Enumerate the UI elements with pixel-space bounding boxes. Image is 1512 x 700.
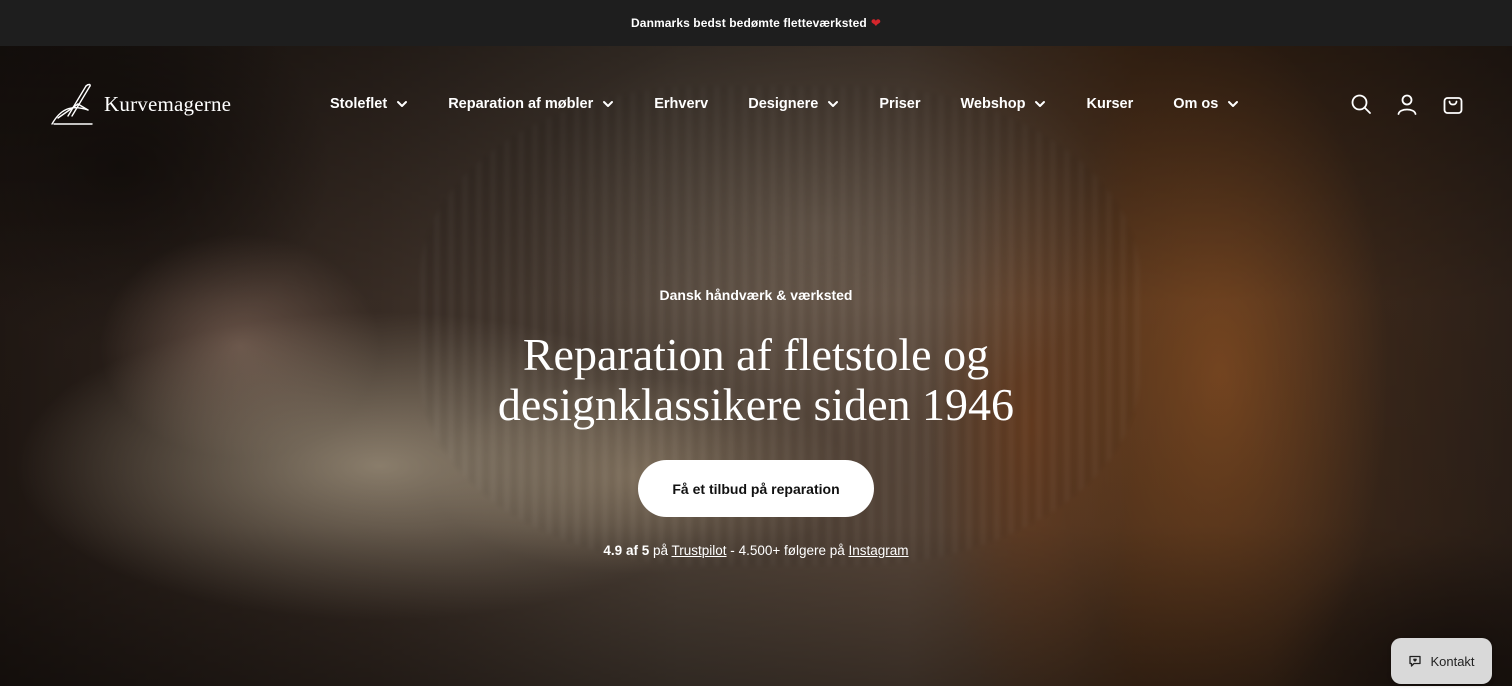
chevron-down-icon: [828, 101, 839, 107]
nav-item-erhverv[interactable]: Erhverv: [654, 96, 708, 112]
nav-label: Erhverv: [654, 96, 709, 112]
headline-line-1: Reparation af fletstole og: [522, 329, 990, 380]
hero-eyebrow: Dansk håndværk & værksted: [659, 287, 853, 303]
nav-item-webshop[interactable]: Webshop: [961, 96, 1047, 112]
trustpilot-link[interactable]: Trustpilot: [672, 543, 727, 558]
nav-label: Stoleflet: [330, 96, 388, 112]
nav-item-om-os[interactable]: Om os: [1173, 96, 1239, 112]
heart-icon: ❤: [870, 16, 881, 30]
chair-logo-icon: [51, 83, 93, 125]
rating-on: på: [652, 543, 668, 558]
separator: -: [730, 543, 735, 558]
nav-item-stoleflet[interactable]: Stoleflet: [330, 96, 408, 112]
announcement-text: Danmarks bedst bedømte fletteværksted: [631, 16, 867, 30]
header-actions: [1350, 93, 1464, 115]
chevron-down-icon: [1228, 101, 1239, 107]
nav-label: Reparation af møbler: [448, 96, 594, 112]
account-icon[interactable]: [1396, 93, 1418, 115]
instagram-link[interactable]: Instagram: [849, 543, 909, 558]
cart-icon[interactable]: [1442, 93, 1464, 115]
logo-text: Kurvemagerne: [104, 91, 232, 116]
hero-headline: Reparation af fletstole og designklassik…: [456, 330, 1056, 430]
chevron-down-icon: [603, 101, 614, 107]
site-header: Kurvemagerne Stoleflet Reparation af møb…: [0, 46, 1512, 162]
nav-item-priser[interactable]: Priser: [879, 96, 920, 112]
chat-heart-icon: [1409, 655, 1422, 667]
nav-item-designere[interactable]: Designere: [748, 96, 839, 112]
headline-line-2: designklassikere siden 1946: [497, 379, 1015, 430]
social-proof: 4.9 af 5 på Trustpilot - 4.500+ følgere …: [0, 543, 1512, 558]
chevron-down-icon: [397, 101, 408, 107]
get-quote-button[interactable]: Få et tilbud på reparation: [638, 460, 874, 517]
followers-text: 4.500+ følgere på: [738, 543, 845, 558]
nav-item-kurser[interactable]: Kurser: [1086, 96, 1133, 112]
contact-label: Kontakt: [1430, 653, 1475, 669]
chevron-down-icon: [1035, 101, 1046, 107]
main-nav: Stoleflet Reparation af møbler Erhverv D…: [330, 96, 1279, 112]
nav-item-reparation[interactable]: Reparation af møbler: [448, 96, 614, 112]
logo[interactable]: Kurvemagerne: [48, 80, 278, 128]
rating-value: 4.9 af 5: [603, 543, 650, 558]
nav-label: Kurser: [1086, 96, 1134, 112]
nav-label: Designere: [748, 96, 819, 112]
nav-label: Webshop: [960, 96, 1026, 112]
announcement-bar: Danmarks bedst bedømte fletteværksted ❤: [0, 0, 1512, 46]
contact-button[interactable]: Kontakt: [1391, 638, 1492, 684]
nav-label: Priser: [879, 96, 921, 112]
nav-label: Om os: [1173, 96, 1219, 112]
search-icon[interactable]: [1350, 93, 1372, 115]
page-bottom: [0, 686, 1512, 700]
